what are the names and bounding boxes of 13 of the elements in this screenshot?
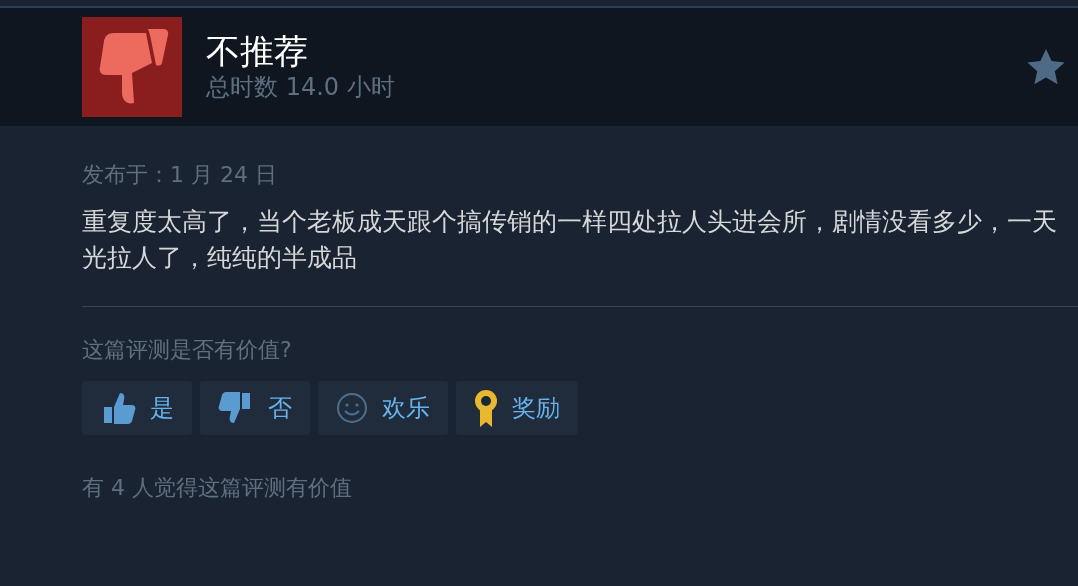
vote-button[interactable]: 是 <box>82 381 192 435</box>
review-verdict: 不推荐 <box>206 31 309 71</box>
helpful-question: 这篇评测是否有价值? <box>82 336 293 364</box>
ribbon-medal-icon <box>474 389 498 427</box>
smiley-icon <box>336 392 368 424</box>
playtime: 总时数 14.0 小时 <box>206 72 396 103</box>
helpful-count: 有 4 人觉得这篇评测有价值 <box>82 474 353 502</box>
review-text: 重复度太高了，当个老板成天跟个搞传销的一样四处拉人头进会所，剧情没看多少，一天光拉人了，纯纯的半成品 <box>82 206 1058 274</box>
vote-button[interactable]: 否 <box>200 381 310 435</box>
vote-button[interactable]: 欢乐 <box>318 381 448 435</box>
posted-date: 发布于：1 月 24 日 <box>82 161 278 189</box>
star-icon[interactable] <box>1026 48 1066 86</box>
vote-button[interactable]: 奖励 <box>456 381 578 435</box>
